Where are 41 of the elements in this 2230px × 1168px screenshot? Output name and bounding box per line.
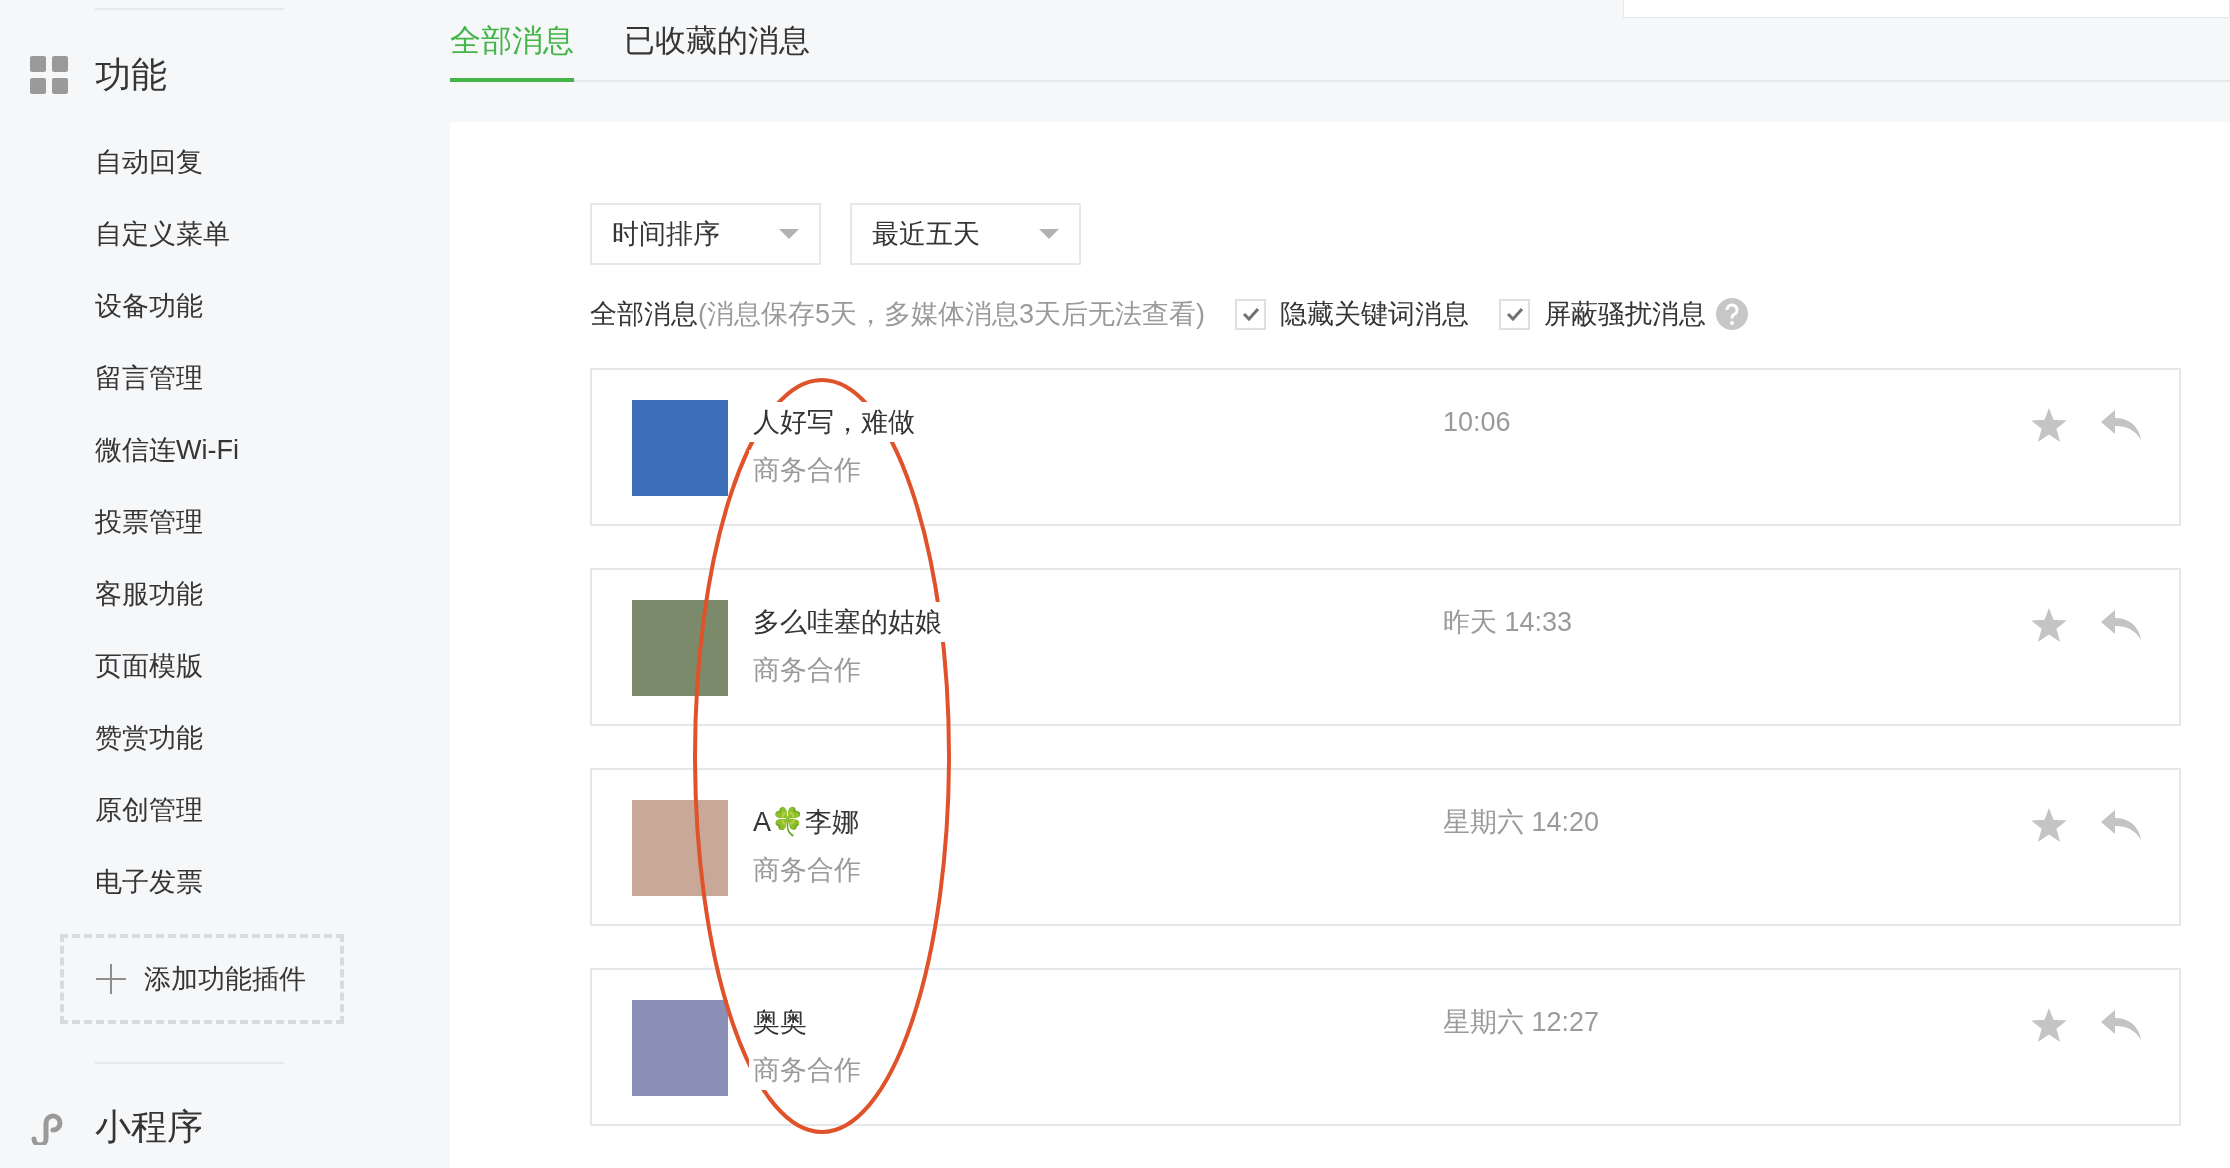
message-time: 星期六 14:20 <box>1443 806 1600 839</box>
sidebar-item[interactable]: 设备功能 <box>95 285 203 327</box>
sidebar-item[interactable]: 页面模版 <box>95 645 203 687</box>
sidebar-item[interactable]: 留言管理 <box>95 357 203 399</box>
dropdown[interactable]: 最近五天 <box>850 203 1081 265</box>
add-plugin-button[interactable]: 添加功能插件 <box>60 934 344 1024</box>
sidebar-item[interactable]: 赞赏功能 <box>95 717 203 759</box>
star-icon[interactable] <box>2031 808 2067 842</box>
help-icon[interactable] <box>1716 298 1748 330</box>
reply-icon[interactable] <box>2101 610 2141 640</box>
dropdown[interactable]: 时间排序 <box>590 203 821 265</box>
checkbox[interactable] <box>1235 298 1266 330</box>
sidebar-item[interactable]: 客服功能 <box>95 573 203 615</box>
grid-icon <box>30 56 68 94</box>
checkbox-label: 隐藏关键词消息 <box>1280 297 1469 331</box>
section-title: 功能 <box>95 53 167 97</box>
notice-text: 全部消息(消息保存5天，多媒体消息3天后无法查看) <box>590 297 1205 331</box>
star-icon[interactable] <box>2031 1008 2067 1042</box>
plus-icon <box>96 964 126 994</box>
caret-icon <box>779 229 799 239</box>
sidebar-item[interactable]: 自定义菜单 <box>95 213 230 255</box>
sidebar-item[interactable]: 自动回复 <box>95 141 203 183</box>
star-icon[interactable] <box>2031 608 2067 642</box>
reply-icon[interactable] <box>2101 410 2141 440</box>
checkbox[interactable] <box>1499 298 1530 330</box>
checkmark-icon <box>1505 307 1524 321</box>
checkbox-label: 屏蔽骚扰消息 <box>1544 297 1706 331</box>
sidebar-item[interactable]: 原创管理 <box>95 789 203 831</box>
checkmark-icon <box>1241 307 1260 321</box>
sidebar-item[interactable]: 微信连Wi-Fi <box>95 429 239 471</box>
reply-icon[interactable] <box>2101 1010 2141 1040</box>
message-time: 星期六 12:27 <box>1443 1006 1600 1039</box>
message-time: 10:06 <box>1443 406 1511 439</box>
message-time: 昨天 14:33 <box>1443 606 1573 639</box>
sidebar-item[interactable]: 投票管理 <box>95 501 203 543</box>
section-title: 小程序 <box>95 1105 203 1149</box>
tab[interactable]: 已收藏的消息 <box>624 14 810 82</box>
reply-icon[interactable] <box>2101 810 2141 840</box>
sidebar-item[interactable]: 电子发票 <box>95 861 203 903</box>
caret-icon <box>1039 229 1059 239</box>
star-icon[interactable] <box>2031 408 2067 442</box>
